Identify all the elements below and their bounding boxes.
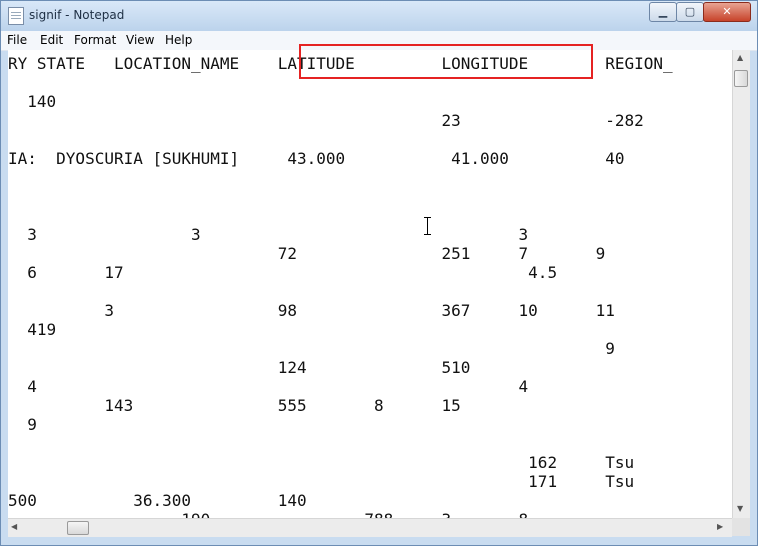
ibeam-cursor-icon — [424, 217, 431, 235]
highlight-box — [299, 44, 593, 79]
scroll-left-icon[interactable]: ◀ — [11, 522, 17, 531]
window-title: signif - Notepad — [29, 8, 125, 22]
text-line: 3 3 3 — [8, 225, 529, 244]
text-line: 171 Tsu — [8, 472, 635, 491]
vertical-scroll-thumb[interactable] — [734, 70, 748, 87]
text-line: 190 788 3 8 — [8, 510, 528, 518]
resize-grip[interactable] — [732, 518, 750, 536]
notepad-window: signif - Notepad ▁ ▢ ✕ File Edit Format … — [0, 0, 758, 546]
horizontal-scrollbar[interactable]: ◀ ▶ — [8, 518, 732, 537]
text-line: 162 Tsu — [8, 453, 635, 472]
minimize-button[interactable]: ▁ — [649, 2, 677, 22]
text-line: 4 4 — [8, 377, 529, 396]
vertical-scrollbar[interactable]: ▲ ▼ — [732, 50, 750, 518]
text-line: 3 98 367 10 11 — [8, 301, 615, 320]
menu-edit[interactable]: Edit — [40, 33, 63, 47]
horizontal-scroll-thumb[interactable] — [67, 521, 89, 535]
menu-format[interactable]: Format — [74, 33, 116, 47]
scroll-right-icon[interactable]: ▶ — [717, 522, 723, 531]
scroll-down-icon[interactable]: ▼ — [737, 504, 743, 513]
text-line: 72 251 7 9 — [8, 244, 606, 263]
close-button[interactable]: ✕ — [703, 2, 751, 22]
text-line: 143 555 8 15 — [8, 396, 461, 415]
text-line: 500 36.300 140 — [8, 491, 307, 510]
text-line: 140 — [8, 92, 57, 111]
text-line: 419 — [8, 320, 57, 339]
text-line: 9 — [8, 339, 615, 358]
notepad-icon — [8, 7, 24, 25]
maximize-button[interactable]: ▢ — [676, 2, 704, 22]
menu-file[interactable]: File — [7, 33, 27, 47]
menu-help[interactable]: Help — [165, 33, 192, 47]
text-line: 124 510 — [8, 358, 471, 377]
title-bar[interactable]: signif - Notepad ▁ ▢ ✕ — [1, 1, 757, 31]
text-line: 23 -282 — [8, 111, 644, 130]
text-line: 9 — [8, 415, 37, 434]
text-line: IA: DYOSCURIA [SUKHUMI] 43.000 41.000 40 — [8, 149, 625, 168]
text-line: 6 17 4.5 — [8, 263, 558, 282]
scroll-up-icon[interactable]: ▲ — [737, 53, 743, 62]
menu-view[interactable]: View — [126, 33, 154, 47]
text-editor[interactable]: RY STATE LOCATION_NAME LATITUDE LONGITUD… — [8, 50, 732, 518]
